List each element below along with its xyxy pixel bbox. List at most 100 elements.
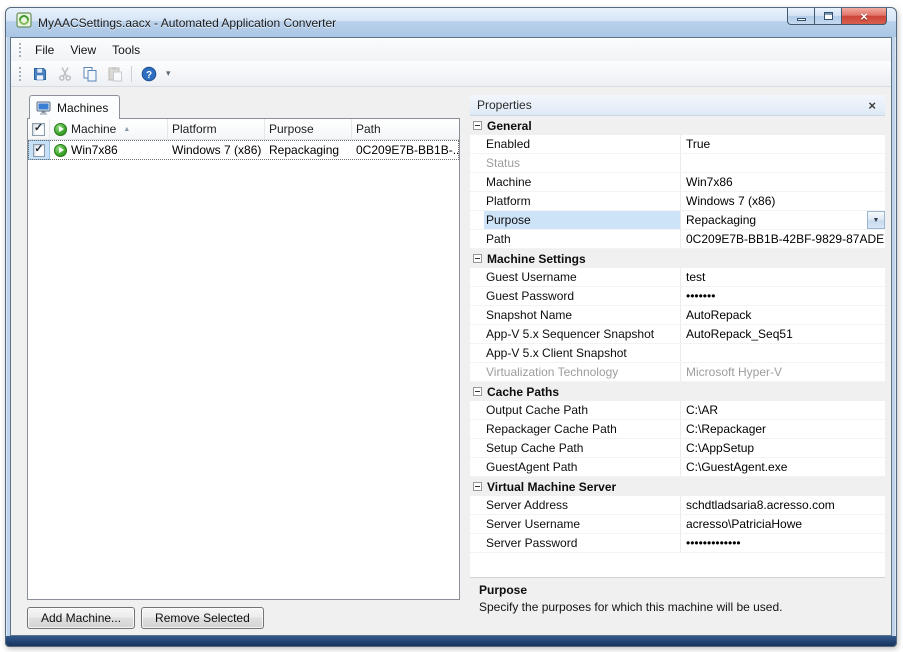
tab-machines[interactable]: Machines xyxy=(29,95,120,119)
dropdown-button[interactable] xyxy=(867,211,885,229)
save-button[interactable] xyxy=(28,63,51,84)
column-header-purpose[interactable]: Purpose xyxy=(265,119,352,139)
property-row[interactable]: Purpose Repackaging xyxy=(470,211,885,230)
property-value: ••••••• xyxy=(686,289,715,303)
property-label[interactable]: Virtualization Technology xyxy=(484,363,681,381)
property-label[interactable]: Purpose xyxy=(484,211,681,229)
select-all-checkbox[interactable] xyxy=(32,123,45,136)
machine-checkbox[interactable] xyxy=(33,144,45,157)
property-row[interactable]: Virtualization Technology Microsoft Hype… xyxy=(470,363,885,382)
machine-row[interactable]: Win7x86 Windows 7 (x86) Repackaging 0C20… xyxy=(28,140,459,160)
property-category-row[interactable]: General xyxy=(470,116,885,135)
toolbar-grip[interactable] xyxy=(19,67,21,81)
property-gutter xyxy=(470,401,484,419)
minimize-button[interactable] xyxy=(787,8,815,25)
property-label[interactable]: Setup Cache Path xyxy=(484,439,681,457)
machine-checkbox-cell[interactable] xyxy=(28,140,50,160)
machine-status-icon xyxy=(54,144,67,157)
property-gutter xyxy=(470,439,484,457)
collapse-icon[interactable] xyxy=(473,254,482,263)
property-label[interactable]: GuestAgent Path xyxy=(484,458,681,476)
property-label[interactable]: Path xyxy=(484,230,681,248)
collapse-icon[interactable] xyxy=(473,482,482,491)
toolbar: ? ▾ xyxy=(11,61,891,87)
property-row[interactable]: App-V 5.x Client Snapshot xyxy=(470,344,885,363)
property-row[interactable]: Platform Windows 7 (x86) xyxy=(470,192,885,211)
property-row[interactable]: Snapshot Name AutoRepack xyxy=(470,306,885,325)
property-row[interactable]: Enabled True xyxy=(470,135,885,154)
category-label: Cache Paths xyxy=(487,385,559,399)
property-label[interactable]: Status xyxy=(484,154,681,172)
property-label[interactable]: Server Username xyxy=(484,515,681,533)
property-row[interactable]: Setup Cache Path C:\AppSetup xyxy=(470,439,885,458)
machine-status-column-icon xyxy=(54,123,67,136)
property-label[interactable]: App-V 5.x Client Snapshot xyxy=(484,344,681,362)
property-gutter xyxy=(470,268,484,286)
property-value: 0C209E7B-BB1B-42BF-9829-87ADED2E xyxy=(686,232,885,246)
property-row[interactable]: Server Address schdtladsaria8.acresso.co… xyxy=(470,496,885,515)
cut-button[interactable] xyxy=(53,63,76,84)
property-row[interactable]: Path 0C209E7B-BB1B-42BF-9829-87ADED2E xyxy=(470,230,885,249)
property-value: ••••••••••••• xyxy=(686,536,741,550)
property-row[interactable]: Server Username acresso\PatriciaHowe xyxy=(470,515,885,534)
property-row[interactable]: Guest Username test xyxy=(470,268,885,287)
column-header-machine[interactable]: Machine ▲ xyxy=(50,119,168,139)
copy-button[interactable] xyxy=(78,63,101,84)
property-label[interactable]: Guest Username xyxy=(484,268,681,286)
property-row[interactable]: Machine Win7x86 xyxy=(470,173,885,192)
properties-close-icon[interactable]: × xyxy=(866,99,878,112)
column-header-path[interactable]: Path xyxy=(352,119,459,139)
property-row[interactable]: GuestAgent Path C:\GuestAgent.exe xyxy=(470,458,885,477)
menu-tools[interactable]: Tools xyxy=(104,40,148,60)
property-category-row[interactable]: Virtual Machine Server xyxy=(470,477,885,496)
main-content: Machines Machine ▲ Platform xyxy=(11,87,891,635)
property-value: Microsoft Hyper-V xyxy=(686,365,782,379)
property-row[interactable]: Repackager Cache Path C:\Repackager xyxy=(470,420,885,439)
category-label: General xyxy=(487,119,532,133)
property-label[interactable]: Repackager Cache Path xyxy=(484,420,681,438)
add-machine-button[interactable]: Add Machine... xyxy=(27,607,135,629)
property-label[interactable]: Server Address xyxy=(484,496,681,514)
tab-machines-label: Machines xyxy=(57,101,108,115)
svg-text:?: ? xyxy=(145,70,151,81)
select-all-checkbox-cell[interactable] xyxy=(28,119,50,139)
toolbar-overflow-icon[interactable]: ▾ xyxy=(162,68,175,79)
cut-icon xyxy=(57,66,73,82)
collapse-icon[interactable] xyxy=(473,121,482,130)
paste-button[interactable] xyxy=(103,63,126,84)
property-row[interactable]: Output Cache Path C:\AR xyxy=(470,401,885,420)
menu-grip[interactable] xyxy=(19,43,21,57)
property-label[interactable]: Guest Password xyxy=(484,287,681,305)
property-label[interactable]: Platform xyxy=(484,192,681,210)
property-label[interactable]: Machine xyxy=(484,173,681,191)
property-category-row[interactable]: Cache Paths xyxy=(470,382,885,401)
property-gutter xyxy=(470,135,484,153)
menu-view[interactable]: View xyxy=(62,40,104,60)
menu-file[interactable]: File xyxy=(27,40,62,60)
property-row[interactable]: Server Password ••••••••••••• xyxy=(470,534,885,553)
property-row[interactable]: App-V 5.x Sequencer Snapshot AutoRepack_… xyxy=(470,325,885,344)
property-gutter xyxy=(470,173,484,191)
column-label-path: Path xyxy=(356,122,381,136)
maximize-button[interactable] xyxy=(815,8,842,25)
property-label[interactable]: App-V 5.x Sequencer Snapshot xyxy=(484,325,681,343)
property-category-row[interactable]: Machine Settings xyxy=(470,249,885,268)
help-button[interactable]: ? xyxy=(137,63,160,84)
property-label[interactable]: Output Cache Path xyxy=(484,401,681,419)
property-gutter xyxy=(470,458,484,476)
menu-bar: File View Tools xyxy=(11,38,891,61)
category-label: Machine Settings xyxy=(487,252,586,266)
property-row[interactable]: Guest Password ••••••• xyxy=(470,287,885,306)
property-label[interactable]: Snapshot Name xyxy=(484,306,681,324)
close-button[interactable]: × xyxy=(842,8,887,25)
property-row[interactable]: Status xyxy=(470,154,885,173)
collapse-icon[interactable] xyxy=(473,387,482,396)
remove-selected-button[interactable]: Remove Selected xyxy=(141,607,264,629)
column-header-platform[interactable]: Platform xyxy=(168,119,265,139)
column-label-platform: Platform xyxy=(172,122,217,136)
property-label[interactable]: Enabled xyxy=(484,135,681,153)
property-label[interactable]: Server Password xyxy=(484,534,681,552)
titlebar[interactable]: MyAACSettings.aacx - Automated Applicati… xyxy=(6,8,896,37)
property-value: C:\AR xyxy=(686,403,718,417)
property-grid-filler xyxy=(470,553,885,577)
